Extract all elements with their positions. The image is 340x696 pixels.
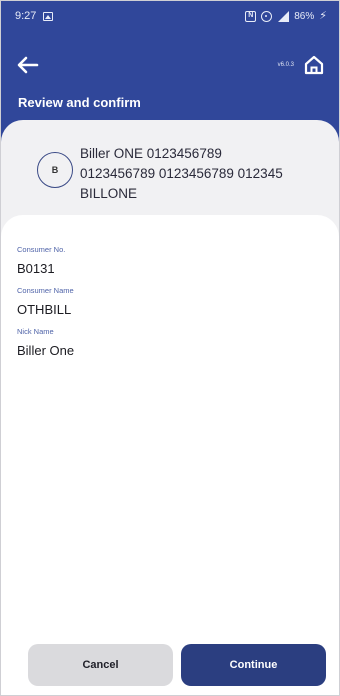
hotspot-icon xyxy=(261,10,273,22)
top-bar: v6.0.3 xyxy=(1,51,339,81)
status-time: 9:27 xyxy=(15,10,37,22)
battery-percent: 86% xyxy=(294,10,315,22)
home-icon xyxy=(304,55,324,75)
nfc-icon: N xyxy=(245,10,257,22)
biller-line-3: BILLONE xyxy=(80,186,138,201)
cancel-button[interactable]: Cancel xyxy=(28,644,173,686)
nick-name-value: Biller One xyxy=(17,343,75,358)
consumer-no-label: Consumer No. xyxy=(17,245,66,254)
arrow-left-icon xyxy=(17,56,39,74)
nick-name-label: Nick Name xyxy=(17,327,54,336)
biller-line-2: 0123456789 0123456789 012345 xyxy=(80,166,283,181)
charging-bolt-icon: ⚡ xyxy=(319,9,327,22)
status-right: N 86% ⚡ xyxy=(245,9,327,22)
app-version: v6.0.3 xyxy=(277,62,294,68)
consumer-name-label: Consumer Name xyxy=(17,286,74,295)
biller-avatar: B xyxy=(37,152,73,188)
home-button[interactable] xyxy=(301,52,327,78)
app-screen: 9:27 N 86% ⚡ v6.0.3 Review and confirm B… xyxy=(0,0,340,696)
page-title: Review and confirm xyxy=(18,95,141,110)
details-card: Consumer No. B0131 Consumer Name OTHBILL… xyxy=(1,215,339,695)
biller-name: Biller ONE 0123456789 0123456789 0123456… xyxy=(80,144,330,204)
status-left: 9:27 xyxy=(15,10,54,22)
continue-button[interactable]: Continue xyxy=(181,644,326,686)
back-button[interactable] xyxy=(15,53,41,77)
biller-line-1: Biller ONE 0123456789 xyxy=(80,146,222,161)
signal-icon xyxy=(277,10,290,22)
status-bar: 9:27 N 86% ⚡ xyxy=(1,1,339,31)
image-icon xyxy=(43,11,54,21)
consumer-name-value: OTHBILL xyxy=(17,302,72,317)
consumer-no-value: B0131 xyxy=(17,261,55,276)
